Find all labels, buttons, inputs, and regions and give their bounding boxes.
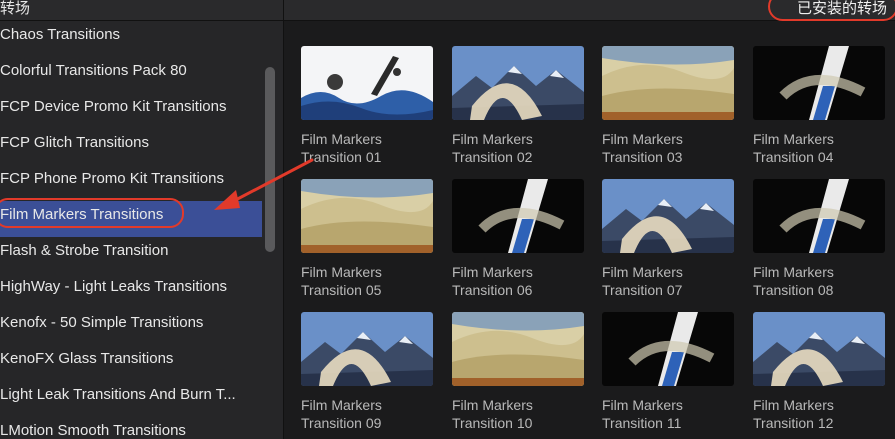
transition-tile[interactable]: Film Markers Transition 05 [301, 179, 433, 299]
transition-thumbnail[interactable] [452, 179, 584, 253]
sidebar-item[interactable]: Flash & Strobe Transition [0, 237, 262, 273]
top-bar: 转场 已安装的转场 [0, 0, 895, 21]
transition-tile[interactable]: Film Markers Transition 11 [602, 312, 734, 432]
transition-name: Film Markers Transition 09 [301, 396, 433, 432]
annotation-circle-title [768, 0, 895, 21]
transition-name-line1: Film Markers [452, 397, 533, 413]
transition-tile[interactable]: Film Markers Transition 10 [452, 312, 584, 432]
transition-name: Film Markers Transition 11 [602, 396, 734, 432]
transition-thumbnail[interactable] [301, 312, 433, 386]
transition-name-line2: Transition 07 [602, 282, 683, 298]
transition-name: Film Markers Transition 07 [602, 263, 734, 299]
sidebar-scrollbar-thumb[interactable] [265, 67, 275, 252]
transition-thumbnail[interactable] [602, 179, 734, 253]
transition-tile[interactable]: Film Markers Transition 02 [452, 46, 584, 166]
transition-name: Film Markers Transition 10 [452, 396, 584, 432]
transition-name-line2: Transition 01 [301, 149, 382, 165]
transition-tile[interactable]: Film Markers Transition 06 [452, 179, 584, 299]
sidebar-header-title: 转场 [0, 0, 31, 17]
category-list: Chaos Transitions Colorful Transitions Pa… [0, 21, 262, 439]
transition-tile[interactable]: Film Markers Transition 01 [301, 46, 433, 166]
transition-name-line2: Transition 08 [753, 282, 834, 298]
sidebar-item[interactable]: HighWay - Light Leaks Transitions [0, 273, 262, 309]
transition-thumbnail[interactable] [602, 312, 734, 386]
transition-tile[interactable]: Film Markers Transition 07 [602, 179, 734, 299]
sidebar-item[interactable]: Chaos Transitions [0, 21, 262, 57]
transition-tile[interactable]: Film Markers Transition 04 [753, 46, 885, 166]
transition-name: Film Markers Transition 08 [753, 263, 885, 299]
transition-thumbnail[interactable] [452, 312, 584, 386]
transition-name: Film Markers Transition 12 [753, 396, 885, 432]
transition-name-line2: Transition 06 [452, 282, 533, 298]
transition-name-line1: Film Markers [753, 397, 834, 413]
sidebar-item[interactable]: Colorful Transitions Pack 80 [0, 57, 262, 93]
transition-name-line1: Film Markers [301, 264, 382, 280]
header-divider [283, 0, 284, 20]
transition-name-line2: Transition 10 [452, 415, 533, 431]
transition-thumbnail[interactable] [753, 46, 885, 120]
transition-name-line1: Film Markers [301, 397, 382, 413]
transition-name-line2: Transition 02 [452, 149, 533, 165]
sidebar-item[interactable]: FCP Phone Promo Kit Transitions [0, 165, 262, 201]
sidebar-item[interactable]: KenoFX Glass Transitions [0, 345, 262, 381]
transition-name: Film Markers Transition 02 [452, 130, 584, 166]
transition-name-line1: Film Markers [753, 264, 834, 280]
transition-name-line1: Film Markers [602, 131, 683, 147]
transition-thumbnail[interactable] [753, 179, 885, 253]
transition-thumbnail[interactable] [602, 46, 734, 120]
transition-thumbnail[interactable] [301, 179, 433, 253]
transition-name-line2: Transition 05 [301, 282, 382, 298]
transition-thumbnail[interactable] [753, 312, 885, 386]
sidebar-item[interactable]: Kenofx - 50 Simple Transitions [0, 309, 262, 345]
sidebar-item[interactable]: LMotion Smooth Transitions [0, 417, 262, 439]
transitions-category-sidebar: Chaos Transitions Colorful Transitions Pa… [0, 21, 284, 439]
transition-name: Film Markers Transition 03 [602, 130, 734, 166]
sidebar-item[interactable]: FCP Glitch Transitions [0, 129, 262, 165]
transition-name-line1: Film Markers [602, 264, 683, 280]
transition-name-line1: Film Markers [452, 131, 533, 147]
transition-name-line2: Transition 12 [753, 415, 834, 431]
sidebar-item[interactable]: FCP Device Promo Kit Transitions [0, 93, 262, 129]
transition-tile[interactable]: Film Markers Transition 12 [753, 312, 885, 432]
transition-tile[interactable]: Film Markers Transition 09 [301, 312, 433, 432]
transition-name-line1: Film Markers [753, 131, 834, 147]
annotation-circle-selected [0, 198, 184, 228]
transition-name-line1: Film Markers [452, 264, 533, 280]
transition-name-line1: Film Markers [301, 131, 382, 147]
transition-name-line2: Transition 11 [602, 415, 682, 431]
transition-name-line2: Transition 09 [301, 415, 382, 431]
transition-tile[interactable]: Film Markers Transition 03 [602, 46, 734, 166]
transition-name-line2: Transition 04 [753, 149, 834, 165]
transitions-browser-grid: Film Markers Transition 01 Film Markers Tra… [284, 21, 895, 439]
transition-name: Film Markers Transition 04 [753, 130, 885, 166]
transition-name-line1: Film Markers [602, 397, 683, 413]
transition-name: Film Markers Transition 05 [301, 263, 433, 299]
transition-name: Film Markers Transition 01 [301, 130, 433, 166]
transition-name: Film Markers Transition 06 [452, 263, 584, 299]
transition-thumbnail[interactable] [452, 46, 584, 120]
transition-name-line2: Transition 03 [602, 149, 683, 165]
transition-thumbnail[interactable] [301, 46, 433, 120]
transition-tile[interactable]: Film Markers Transition 08 [753, 179, 885, 299]
sidebar-item[interactable]: Light Leak Transitions And Burn T... [0, 381, 262, 417]
